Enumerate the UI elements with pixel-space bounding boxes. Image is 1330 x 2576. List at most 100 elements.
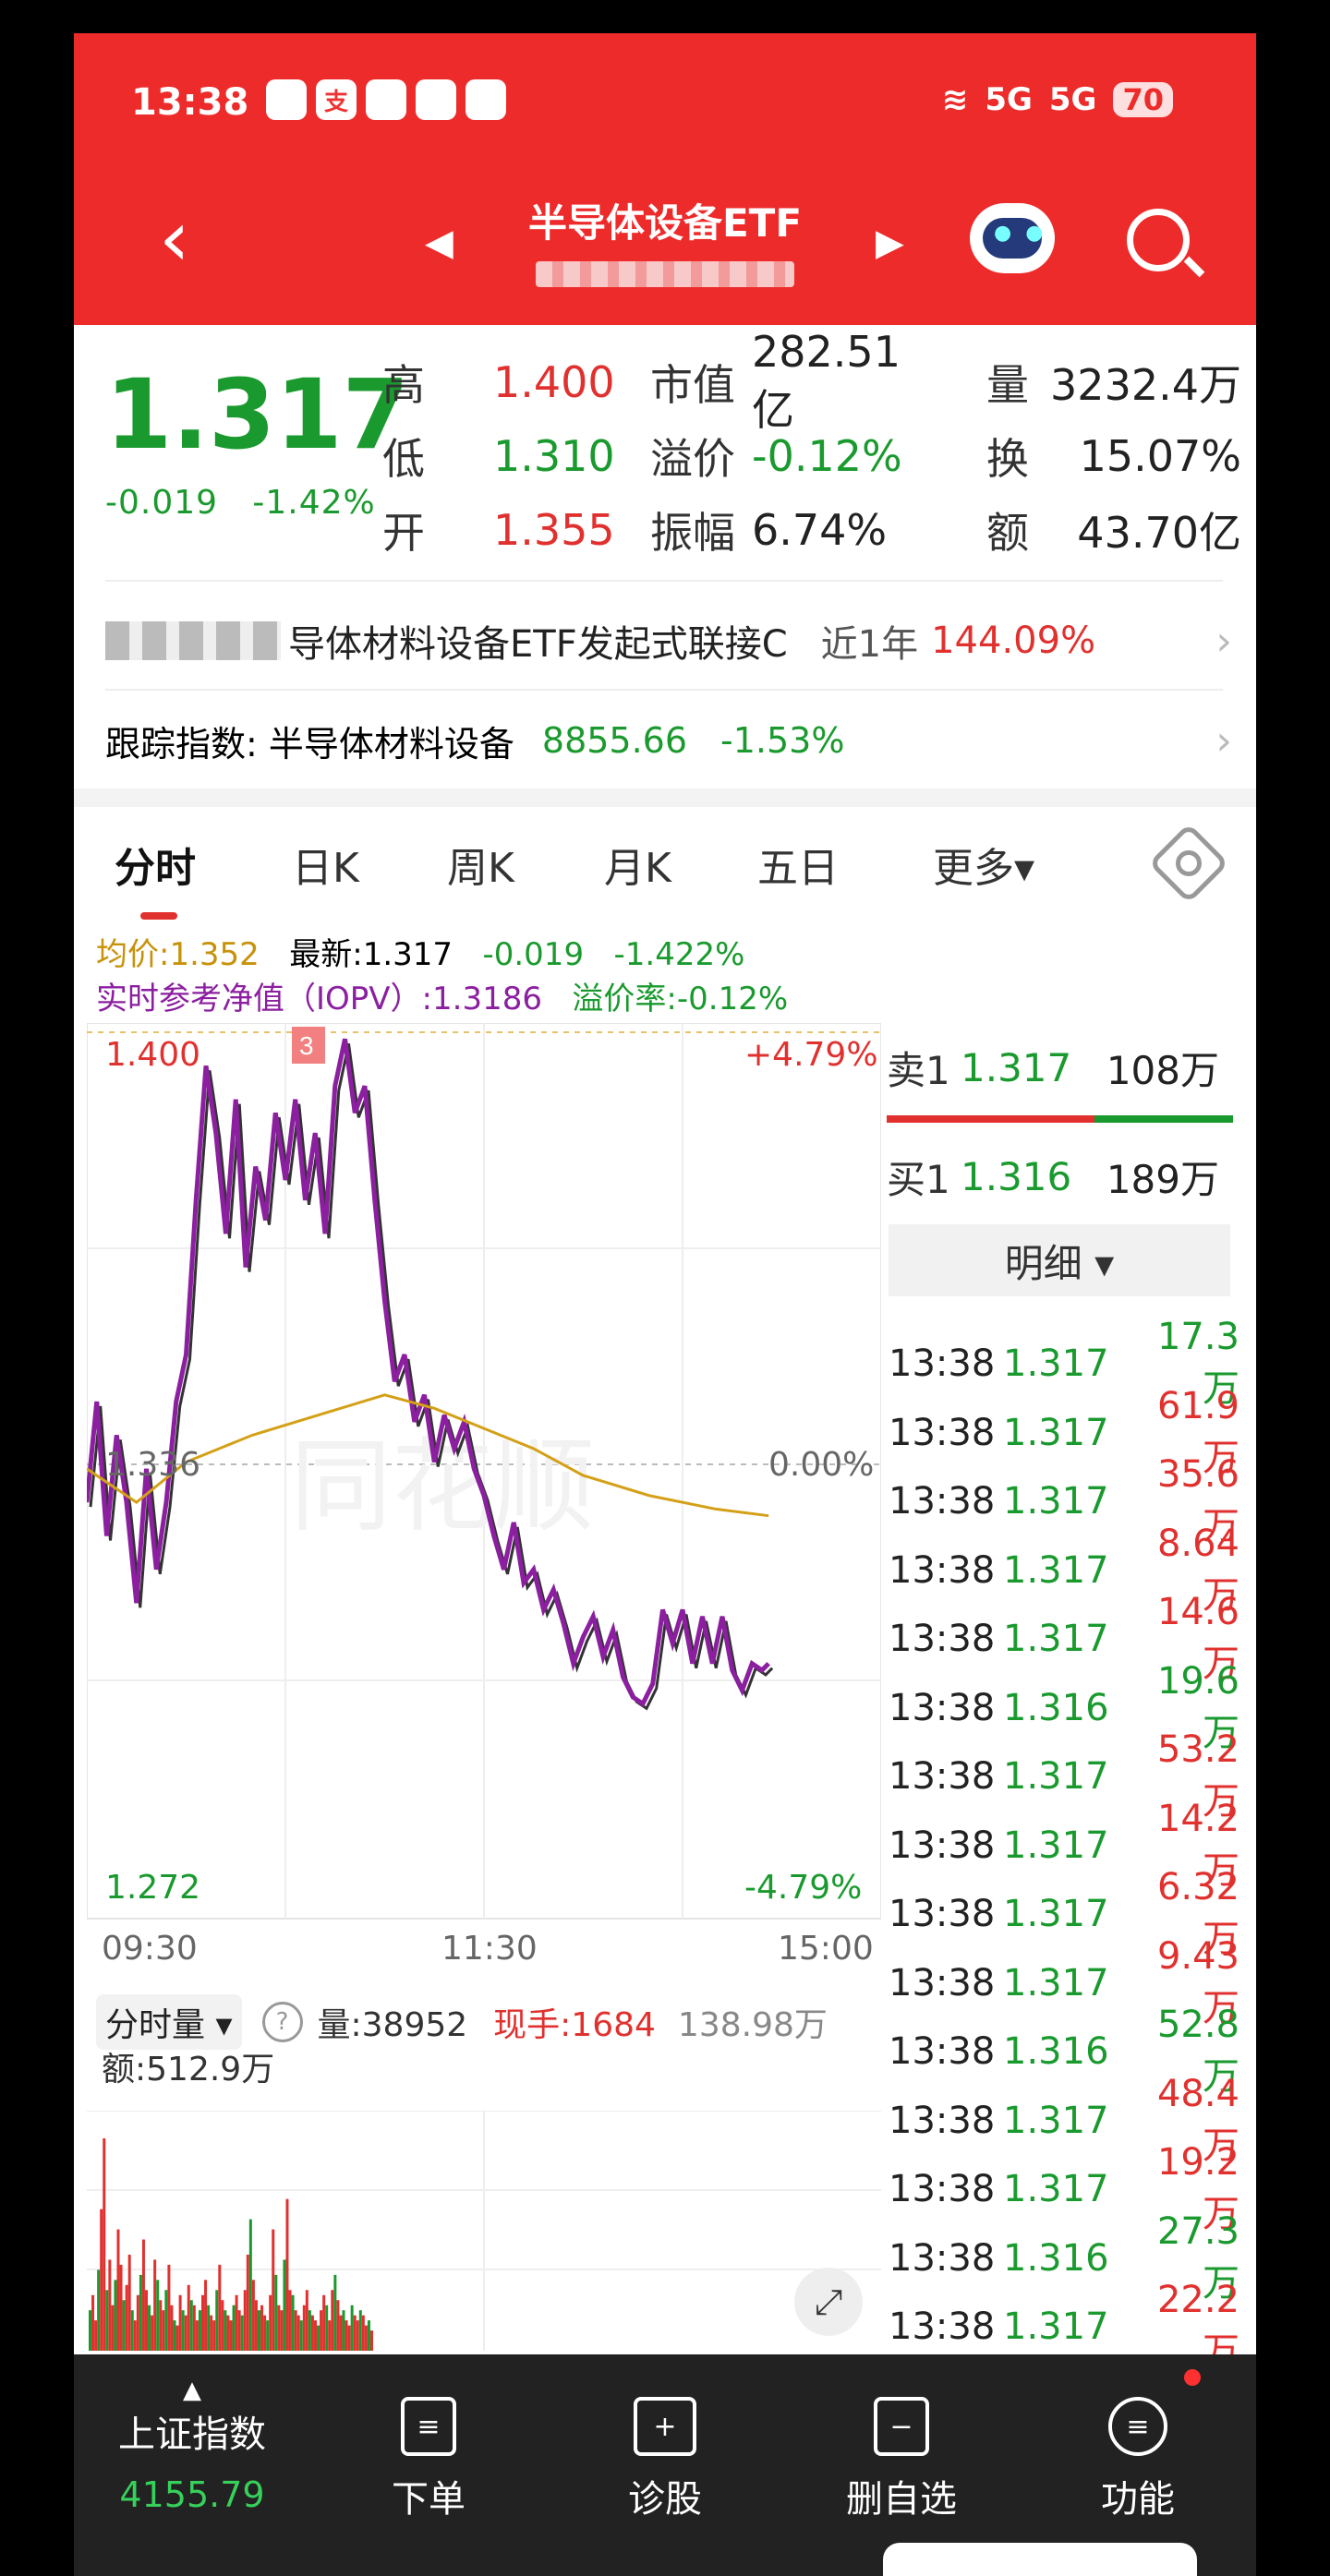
volume-bar (283, 2259, 286, 2351)
volume-bar (310, 2315, 314, 2351)
volume-bar (178, 2294, 182, 2351)
volume-bar (119, 2264, 123, 2351)
volume-bar (181, 2310, 185, 2351)
trade-price: 1.317 (1003, 1618, 1109, 1661)
volume-bar (207, 2305, 211, 2351)
volume-bar (328, 2320, 332, 2351)
volume-chart[interactable] (87, 2111, 881, 2351)
tab-weekly-k[interactable]: 周K (447, 835, 514, 894)
volume-bar (285, 2198, 289, 2351)
volume-selector[interactable]: 分时量 ▾ (96, 1994, 242, 2050)
tab-more[interactable]: 更多▾ (933, 835, 1034, 894)
trade-price: 1.316 (1003, 2236, 1109, 2280)
volume-bar (189, 2300, 193, 2351)
time-start: 09:30 (102, 1930, 198, 1968)
volume-bar (218, 2264, 222, 2351)
volume-bar (243, 2290, 247, 2351)
volume-bar (170, 2305, 174, 2351)
volume-bar (294, 2310, 297, 2351)
nav-index[interactable]: ▲ 上证指数 4155.79 (74, 2354, 310, 2576)
volume-bar (291, 2294, 295, 2351)
caret-up-icon: ▲ (183, 2377, 201, 2404)
volume-bar (370, 2330, 373, 2351)
nav-diagnose[interactable]: + 诊股 (547, 2354, 783, 2576)
trade-time: 13:38 (889, 1686, 996, 1729)
trade-price: 1.317 (1003, 1480, 1109, 1523)
volume-bar (226, 2315, 230, 2351)
volume-bar (263, 2315, 267, 2351)
minus-box-icon: − (874, 2397, 929, 2456)
bid-row[interactable]: 买1 1.316 189万 (887, 1128, 1238, 1224)
volume-bar (302, 2305, 306, 2351)
tab-five-day[interactable]: 五日 (757, 835, 839, 894)
volume-bar (122, 2300, 126, 2351)
volume-bar (198, 2310, 201, 2351)
divider (105, 580, 1223, 582)
volume-bar (212, 2320, 216, 2351)
volume-bar (224, 2310, 227, 2351)
phone-screen: 13:38 支 ≋ 5G 5G 70 ‹ ◀ 半导体设备ETF ▶ 1.317 … (74, 33, 1256, 2576)
linked-fund-name: 导体材料设备ETF发起式联接C (288, 623, 788, 666)
volume-bar (353, 2315, 357, 2351)
trade-time: 13:38 (889, 1755, 996, 1799)
order-book: 卖1 1.317 108万 买1 1.316 189万 (887, 1019, 1238, 1224)
volume-bar (91, 2294, 95, 2351)
volume-bar (141, 2239, 145, 2351)
volume-bar (145, 2290, 148, 2351)
trade-time: 13:38 (889, 1618, 996, 1661)
tab-monthly-k[interactable]: 月K (604, 835, 671, 894)
tab-intraday[interactable]: 分时 (115, 835, 196, 920)
battery-icon: 70 (1113, 82, 1173, 117)
amplitude: 6.74% (752, 505, 888, 555)
section-gap (74, 788, 1256, 807)
volume-bar (356, 2320, 359, 2351)
app-icon (466, 79, 506, 120)
volume-bar (108, 2259, 112, 2351)
back-icon[interactable]: ‹ (159, 199, 190, 277)
robot-assistant-icon[interactable] (970, 203, 1055, 273)
search-icon[interactable] (1127, 209, 1190, 271)
volume-bar (358, 2310, 362, 2351)
tracking-index-change: -1.53% (720, 720, 845, 761)
trade-price: 1.317 (1003, 2168, 1109, 2211)
tracking-index-row[interactable]: 跟踪指数: 半导体材料设备 8855.66 -1.53% › (105, 713, 1232, 768)
ask-row[interactable]: 卖1 1.317 108万 (887, 1019, 1238, 1115)
tab-daily-k[interactable]: 日K (292, 835, 359, 894)
chart-settings-icon[interactable] (1148, 823, 1229, 904)
volume-bar (361, 2315, 365, 2351)
volume-bar (237, 2310, 241, 2351)
volume-bar (314, 2320, 317, 2351)
next-stock-icon[interactable]: ▶ (876, 222, 904, 264)
intraday-chart[interactable]: 同花顺 3 (87, 1023, 881, 1946)
volume-bar (195, 2320, 199, 2351)
quote-grid: 高 1.400 市值 282.51亿 量 3232.4万 低 1.310 溢价 … (382, 327, 1251, 567)
signal-5g-2: 5G (1048, 81, 1097, 118)
detail-dropdown[interactable]: 明细 ▾ (889, 1224, 1230, 1296)
volume-bar (167, 2264, 171, 2351)
nav-order[interactable]: ≡ 下单 (310, 2354, 547, 2576)
alipay-icon: 支 (316, 79, 357, 120)
volume-bar (260, 2305, 264, 2351)
volume-bar (325, 2305, 329, 2351)
trade-price: 1.317 (1003, 2099, 1109, 2142)
expand-icon[interactable]: ⤢ (794, 2268, 863, 2336)
app-header: 13:38 支 ≋ 5G 5G 70 ‹ ◀ 半导体设备ETF ▶ (74, 33, 1256, 325)
trade-time: 13:38 (889, 2099, 996, 2142)
open-price: 1.355 (493, 505, 615, 555)
status-indicators: ≋ 5G 5G 70 (942, 81, 1173, 118)
intraday-info-line2: 实时参考净值（IOPV）:1.3186 溢价率:-0.12% (96, 981, 789, 1017)
quote-row: 高 1.400 市值 282.51亿 量 3232.4万 (382, 327, 1251, 435)
volume-bar (272, 2229, 275, 2351)
volume-bar (215, 2290, 219, 2351)
volume-bar (254, 2300, 258, 2351)
trade-price: 1.317 (1003, 1755, 1109, 1799)
chart-bottom-pct: -4.79% (744, 1869, 863, 1907)
chart-bottom-price: 1.272 (105, 1869, 201, 1907)
turnover: 15.07% (1079, 431, 1241, 481)
chart-mid-price: 1.336 (105, 1446, 201, 1484)
help-icon[interactable]: ? (261, 2002, 303, 2042)
stock-name: 半导体设备ETF (527, 200, 803, 246)
volume-bar (350, 2305, 354, 2351)
linked-fund-row[interactable]: 导体材料设备ETF发起式联接C 近1年 144.09% › (105, 613, 1232, 668)
high-price: 1.400 (493, 357, 615, 407)
